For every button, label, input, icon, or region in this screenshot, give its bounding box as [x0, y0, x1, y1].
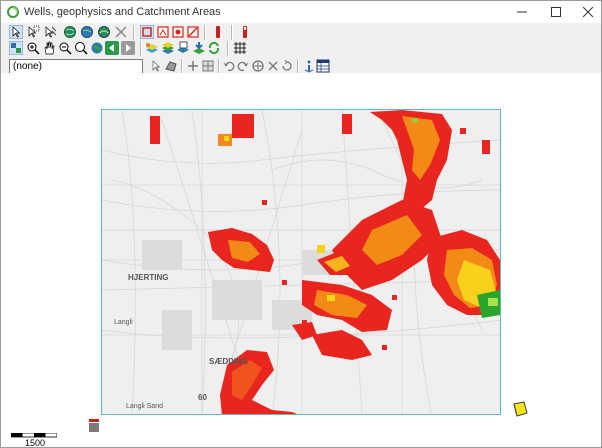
minimize-icon [517, 11, 527, 13]
toolbar-row-1 [1, 25, 601, 41]
maximize-icon [551, 7, 561, 17]
place-label-langli: Langli [114, 319, 133, 326]
toolbar-row-2 [1, 41, 601, 57]
toolbar-separator [133, 25, 135, 40]
toolbar-separator [181, 59, 183, 74]
sticky-note-icon[interactable] [511, 401, 529, 419]
download-layer-icon[interactable] [192, 41, 206, 55]
layer-properties-icon[interactable] [176, 41, 190, 55]
add-vertex-icon[interactable] [186, 59, 200, 73]
edit-shape-icon[interactable] [164, 59, 178, 73]
map-svg: HJERTING SÆDDING Langli Sand Langli 60 [102, 110, 500, 414]
next-extent-icon[interactable] [121, 41, 135, 55]
close-button[interactable] [573, 1, 601, 23]
title-bar: Wells, geophysics and Catchment Areas [1, 1, 601, 23]
place-label-saedding: SÆDDING [209, 357, 248, 366]
undo-icon[interactable] [222, 59, 236, 73]
reset-icon[interactable] [280, 59, 294, 73]
toolbar-separator [227, 41, 229, 56]
toolbar-separator [140, 41, 142, 56]
globe-refresh-icon[interactable] [80, 25, 94, 39]
north-arrow-icon [89, 419, 99, 432]
scale-label: 1500 [25, 438, 46, 448]
pan-hand-icon[interactable] [42, 41, 56, 55]
profile-marker-icon[interactable] [238, 25, 252, 39]
clear-selection-icon[interactable] [114, 25, 128, 39]
map-extent-frame[interactable]: HJERTING SÆDDING Langli Sand Langli 60 [101, 109, 501, 415]
globe-info-icon[interactable] [97, 25, 111, 39]
close-icon [583, 7, 593, 17]
app-window: Wells, geophysics and Catchment Areas (n… [0, 0, 602, 448]
info-icon[interactable] [302, 59, 316, 73]
maximize-button[interactable] [541, 1, 571, 23]
rotate-icon[interactable] [251, 59, 265, 73]
delete-vertex-icon[interactable] [266, 59, 280, 73]
identify-globe-icon[interactable] [63, 25, 77, 39]
zoom-search-icon[interactable] [74, 41, 88, 55]
full-extent-globe-icon[interactable] [90, 41, 104, 55]
select-by-area-icon[interactable] [26, 25, 40, 39]
contour-label: 60 [198, 393, 207, 402]
place-label-hjerting: HJERTING [128, 273, 168, 282]
app-logo-icon [7, 6, 19, 18]
place-label-langli-sand: Langli Sand [126, 403, 163, 410]
grid-icon[interactable] [233, 41, 247, 55]
draw-point-icon[interactable] [171, 25, 185, 39]
add-layer-icon[interactable] [145, 41, 159, 55]
select-arrow-icon[interactable] [9, 25, 23, 39]
erase-shape-icon[interactable] [186, 25, 200, 39]
select-by-line-icon[interactable] [43, 25, 57, 39]
edit-pointer-icon[interactable] [149, 59, 163, 73]
refresh-layer-icon[interactable] [207, 41, 221, 55]
map-canvas[interactable]: HJERTING SÆDDING Langli Sand Langli 60 [1, 73, 601, 447]
toolbar-separator [231, 25, 233, 40]
snap-grid-icon[interactable] [201, 59, 215, 73]
previous-extent-icon[interactable] [105, 41, 119, 55]
well-marker-icon[interactable] [211, 25, 225, 39]
attribute-table-icon[interactable] [316, 59, 330, 73]
toolbar-area: (none) [1, 23, 601, 159]
redo-icon[interactable] [236, 59, 250, 73]
toolbar-separator [204, 25, 206, 40]
draw-polygon-icon[interactable] [156, 25, 170, 39]
toolbar-separator [297, 59, 299, 74]
zoom-in-icon[interactable] [26, 41, 40, 55]
toolbar-separator [218, 59, 220, 74]
window-title: Wells, geophysics and Catchment Areas [24, 6, 221, 18]
layers-grid-icon[interactable] [9, 41, 23, 55]
draw-rectangle-icon[interactable] [140, 25, 154, 39]
minimize-button[interactable] [507, 1, 537, 23]
layer-stack-icon[interactable] [161, 41, 175, 55]
zoom-out-icon[interactable] [58, 41, 72, 55]
